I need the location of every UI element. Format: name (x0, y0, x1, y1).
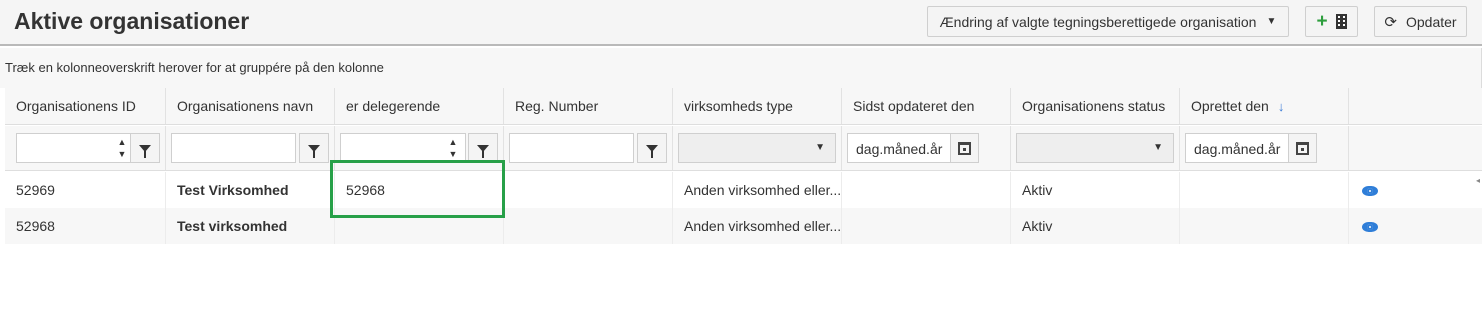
last-updated-date-input[interactable]: dag.måned.år (847, 133, 951, 163)
cell-name: Test virksomhed (166, 208, 335, 244)
column-header-id[interactable]: Organisationens ID (5, 88, 166, 124)
last-updated-calendar-button[interactable] (950, 133, 979, 163)
grid-header-row: Organisationens ID Organisationens navn … (5, 88, 1482, 125)
column-header-status[interactable]: Organisationens status (1011, 88, 1180, 124)
cell-reg-number (504, 208, 673, 244)
group-drop-panel[interactable]: Træk en kolonneoverskrift herover for at… (0, 48, 1482, 88)
column-header-company-type[interactable]: virksomheds type (673, 88, 842, 124)
cell-reg-number (504, 172, 673, 208)
reg-number-filter-button[interactable] (637, 133, 667, 163)
filter-cell-created: dag.måned.år (1180, 126, 1349, 170)
add-organisation-button[interactable]: + (1305, 6, 1358, 37)
cell-last-updated (842, 172, 1011, 208)
cell-company-type: Anden virksomhed eller... (673, 208, 842, 244)
refresh-icon: ⟳ (1384, 13, 1397, 31)
building-icon (1335, 14, 1347, 29)
cell-status: Aktiv (1011, 172, 1180, 208)
scroll-caret-icon[interactable]: ◂ (1476, 176, 1480, 185)
id-filter-input[interactable]: ▲ ▼ (16, 133, 135, 163)
table-row[interactable]: 52968 Test virksomhed Anden virksomhed e… (5, 208, 1482, 244)
column-header-name[interactable]: Organisationens navn (166, 88, 335, 124)
column-header-last-updated[interactable]: Sidst opdateret den (842, 88, 1011, 124)
dropdown-label: Ændring af valgte tegningsberettigede or… (939, 13, 1257, 30)
filter-cell-reg-number (504, 126, 673, 170)
table-row[interactable]: 52969 Test Virksomhed 52968 Anden virkso… (5, 172, 1482, 208)
status-filter-select[interactable]: ▼ (1016, 133, 1174, 163)
company-type-filter-select[interactable]: ▼ (678, 133, 836, 163)
calendar-icon (958, 141, 971, 155)
refresh-button[interactable]: ⟳ Opdater (1374, 6, 1467, 37)
refresh-label: Opdater (1405, 13, 1457, 30)
view-eye-icon[interactable] (1362, 222, 1378, 232)
plus-icon: + (1316, 11, 1328, 32)
delegating-filter-input[interactable]: ▲ ▼ (340, 133, 466, 163)
filter-cell-id: ▲ ▼ (5, 126, 166, 170)
filter-cell-last-updated: dag.måned.år (842, 126, 1011, 170)
page-header: Aktive organisationer Ændring af valgte … (0, 0, 1482, 46)
created-calendar-button[interactable] (1288, 133, 1317, 163)
spin-down-icon[interactable]: ▼ (449, 149, 458, 159)
view-eye-icon[interactable] (1362, 186, 1378, 196)
created-date-input[interactable]: dag.måned.år (1185, 133, 1289, 163)
id-filter-button[interactable] (130, 133, 160, 163)
delegating-filter-button[interactable] (468, 133, 498, 163)
page-title: Aktive organisationer (14, 8, 250, 34)
cell-name: Test Virksomhed (166, 172, 335, 208)
column-header-created[interactable]: Oprettet den ↓ (1180, 88, 1349, 124)
filter-cell-name (166, 126, 335, 170)
filter-cell-actions (1349, 126, 1482, 170)
filter-cell-status: ▼ (1011, 126, 1180, 170)
filter-icon (139, 144, 151, 158)
sort-descending-icon[interactable]: ↓ (1278, 99, 1285, 114)
name-filter-input[interactable] (171, 133, 296, 163)
cell-created (1180, 172, 1349, 208)
numeric-spinner[interactable]: ▲ ▼ (441, 134, 465, 162)
column-header-reg-number[interactable]: Reg. Number (504, 88, 673, 124)
spin-up-icon[interactable]: ▲ (449, 137, 458, 147)
cell-id: 52969 (5, 172, 166, 208)
grid-filter-row: ▲ ▼ ▲ ▼ ▼ dag.måned.år ▼ dag.måned.år (5, 126, 1482, 171)
reg-number-filter-input[interactable] (509, 133, 634, 163)
filter-cell-company-type: ▼ (673, 126, 842, 170)
spin-down-icon[interactable]: ▼ (118, 149, 127, 159)
caret-down-icon: ▼ (1153, 142, 1163, 153)
group-panel-hint: Træk en kolonneoverskrift herover for at… (5, 60, 384, 75)
cell-created (1180, 208, 1349, 244)
filter-icon (646, 144, 658, 158)
cell-status: Aktiv (1011, 208, 1180, 244)
calendar-icon (1296, 141, 1309, 155)
column-header-delegating[interactable]: er delegerende (335, 88, 504, 124)
name-filter-button[interactable] (299, 133, 329, 163)
change-organisation-dropdown[interactable]: Ændring af valgte tegningsberettigede or… (927, 6, 1289, 37)
filter-icon (477, 144, 489, 158)
cell-company-type: Anden virksomhed eller... (673, 172, 842, 208)
column-header-actions (1349, 88, 1482, 124)
caret-down-icon: ▼ (815, 142, 825, 153)
caret-down-icon: ▼ (1266, 16, 1277, 27)
spin-up-icon[interactable]: ▲ (118, 137, 127, 147)
cell-last-updated (842, 208, 1011, 244)
filter-icon (308, 144, 320, 158)
cell-id: 52968 (5, 208, 166, 244)
highlight-box (330, 160, 505, 218)
